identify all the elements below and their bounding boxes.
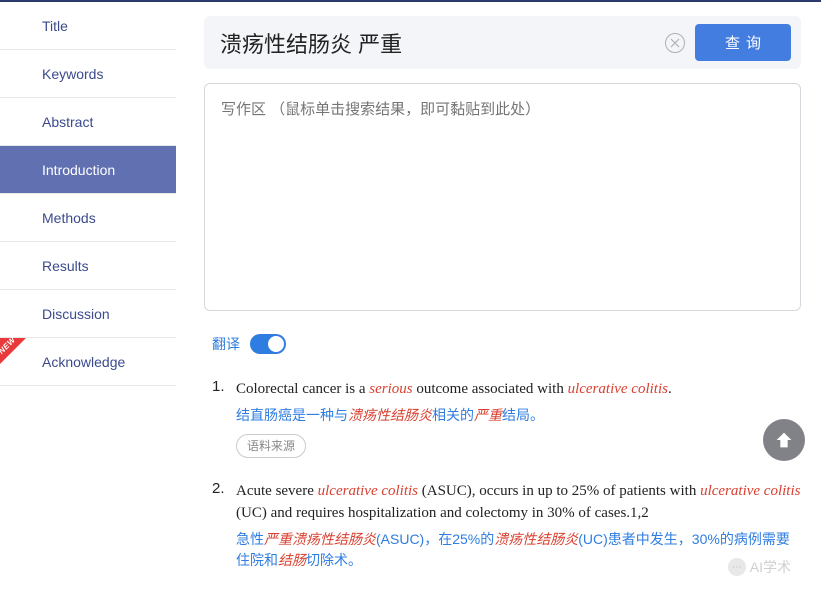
clear-icon[interactable] bbox=[665, 33, 685, 53]
result-chinese: 结直肠癌是一种与溃疡性结肠炎相关的严重结局。 bbox=[236, 405, 801, 426]
highlight-term: ulcerative colitis bbox=[568, 381, 668, 397]
sidebar-item-keywords[interactable]: Keywords bbox=[0, 50, 176, 98]
highlight-term: serious bbox=[369, 381, 412, 397]
sidebar-item-abstract[interactable]: Abstract bbox=[0, 98, 176, 146]
result-body: Acute severe ulcerative colitis (ASUC), … bbox=[236, 480, 801, 571]
highlight-term: 溃疡性结肠炎 bbox=[348, 407, 432, 423]
results-list: 1. Colorectal cancer is a serious outcom… bbox=[204, 378, 801, 571]
scroll-to-top-button[interactable] bbox=[763, 419, 805, 461]
sidebar-item-label: Abstract bbox=[42, 114, 93, 130]
result-item[interactable]: 1. Colorectal cancer is a serious outcom… bbox=[212, 378, 801, 458]
toggle-knob bbox=[268, 336, 284, 352]
sidebar-item-label: Title bbox=[42, 18, 68, 34]
watermark: ⋯ AI学术 bbox=[728, 557, 791, 577]
sidebar-item-title[interactable]: Title bbox=[0, 2, 176, 50]
result-number: 2. bbox=[212, 480, 236, 571]
source-button[interactable]: 语料来源 bbox=[236, 434, 306, 458]
sidebar-item-methods[interactable]: Methods bbox=[0, 194, 176, 242]
highlight-term: 溃疡性结肠炎 bbox=[494, 531, 578, 547]
sidebar-item-label: Methods bbox=[42, 210, 96, 226]
sidebar-item-label: Keywords bbox=[42, 66, 103, 82]
result-body: Colorectal cancer is a serious outcome a… bbox=[236, 378, 801, 458]
content-area: 查询 翻译 1. Colorectal cancer is a serious … bbox=[176, 2, 821, 591]
wechat-icon: ⋯ bbox=[728, 558, 746, 576]
sidebar-item-acknowledge[interactable]: NEW Acknowledge bbox=[0, 338, 176, 386]
highlight-term: 严重溃疡性结肠炎 bbox=[264, 531, 376, 547]
query-button[interactable]: 查询 bbox=[695, 24, 791, 61]
sidebar-item-discussion[interactable]: Discussion bbox=[0, 290, 176, 338]
highlight-term: ulcerative colitis bbox=[318, 483, 418, 499]
result-number: 1. bbox=[212, 378, 236, 458]
highlight-term: 严重 bbox=[474, 407, 502, 423]
translate-toggle-row: 翻译 bbox=[204, 334, 801, 354]
sidebar-item-results[interactable]: Results bbox=[0, 242, 176, 290]
writing-area[interactable] bbox=[204, 83, 801, 311]
main-layout: Title Keywords Abstract Introduction Met… bbox=[0, 2, 821, 591]
result-english: Colorectal cancer is a serious outcome a… bbox=[236, 378, 801, 401]
search-input[interactable] bbox=[214, 28, 655, 58]
sidebar-item-label: Acknowledge bbox=[42, 354, 125, 370]
search-bar: 查询 bbox=[204, 16, 801, 69]
sidebar-item-label: Introduction bbox=[42, 162, 115, 178]
sidebar-item-label: Results bbox=[42, 258, 89, 274]
sidebar-item-label: Discussion bbox=[42, 306, 110, 322]
sidebar-item-introduction[interactable]: Introduction bbox=[0, 146, 176, 194]
result-english: Acute severe ulcerative colitis (ASUC), … bbox=[236, 480, 801, 525]
highlight-term: ulcerative colitis bbox=[700, 483, 800, 499]
translate-toggle[interactable] bbox=[250, 334, 286, 354]
translate-label: 翻译 bbox=[212, 334, 240, 354]
result-chinese: 急性严重溃疡性结肠炎(ASUC)，在25%的溃疡性结肠炎(UC)患者中发生，30… bbox=[236, 529, 801, 571]
result-item[interactable]: 2. Acute severe ulcerative colitis (ASUC… bbox=[212, 480, 801, 571]
highlight-term: 结肠 bbox=[278, 552, 306, 568]
arrow-up-icon bbox=[773, 429, 795, 451]
sidebar: Title Keywords Abstract Introduction Met… bbox=[0, 2, 176, 591]
